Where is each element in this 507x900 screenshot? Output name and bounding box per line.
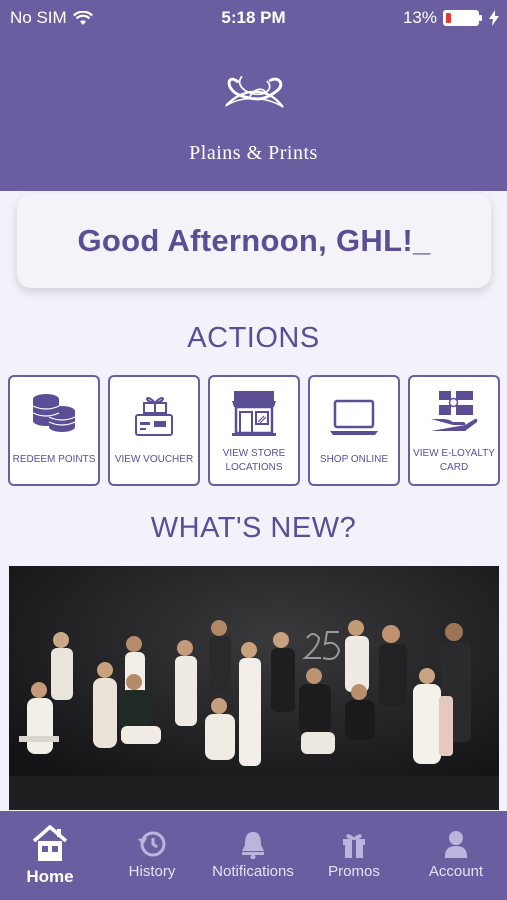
view-store-locations-button[interactable]: VIEW STORE LOCATIONS bbox=[208, 375, 300, 486]
actions-row: REDEEM POINTS VIEW VOUCHER VIEW STORE LO bbox=[8, 375, 500, 487]
group-photo bbox=[9, 566, 499, 810]
view-e-loyalty-card-button[interactable]: VIEW E-LOYALTY CARD bbox=[408, 375, 500, 486]
tab-label: Account bbox=[428, 863, 484, 880]
whats-new-banner[interactable] bbox=[9, 566, 499, 810]
action-label: SHOP ONLINE bbox=[319, 454, 389, 465]
greeting-card: Good Afternoon, GHL!_ bbox=[17, 194, 491, 288]
tab-history[interactable]: History bbox=[102, 811, 202, 900]
brand-logo-icon bbox=[225, 76, 284, 108]
actions-heading: ACTIONS bbox=[187, 322, 320, 354]
tab-label: History bbox=[128, 863, 176, 880]
header: Plains & Prints bbox=[0, 34, 507, 191]
greeting-text: Good Afternoon, GHL!_ bbox=[77, 223, 431, 258]
battery-percent: 13% bbox=[402, 8, 437, 27]
status-bar: No SIM 5:18 PM 13% bbox=[0, 0, 507, 34]
tab-notifications[interactable]: Notifications bbox=[203, 811, 303, 900]
whats-new-heading: WHAT'S NEW? bbox=[150, 512, 357, 544]
tab-home[interactable]: Home bbox=[0, 811, 100, 900]
gift-icon bbox=[343, 834, 365, 858]
home-icon bbox=[32, 825, 68, 861]
voucher-icon bbox=[135, 397, 173, 436]
action-label: REDEEM POINTS bbox=[12, 454, 96, 465]
store-icon bbox=[232, 391, 276, 436]
battery-icon bbox=[443, 10, 482, 26]
tab-account[interactable]: Account bbox=[406, 811, 506, 900]
history-icon bbox=[138, 831, 166, 857]
action-label: VIEW VOUCHER bbox=[114, 454, 194, 465]
card-hand-icon bbox=[431, 391, 478, 431]
action-label: VIEW STORE LOCATIONS bbox=[222, 448, 286, 473]
user-icon bbox=[445, 831, 467, 858]
action-label: VIEW E-LOYALTY CARD bbox=[413, 448, 495, 473]
redeem-points-button[interactable]: REDEEM POINTS bbox=[8, 375, 100, 486]
tab-promos[interactable]: Promos bbox=[304, 811, 404, 900]
laptop-icon bbox=[330, 399, 378, 435]
view-voucher-button[interactable]: VIEW VOUCHER bbox=[108, 375, 200, 486]
status-right: 13% bbox=[403, 8, 499, 28]
shop-online-button[interactable]: SHOP ONLINE bbox=[308, 375, 400, 486]
coins-icon bbox=[32, 394, 76, 432]
charging-icon bbox=[489, 10, 499, 26]
bottom-tab-bar: Home History Notifications Promos Accoun… bbox=[0, 811, 507, 900]
bell-icon bbox=[242, 832, 264, 859]
brand-name: Plains & Prints bbox=[189, 142, 318, 164]
tab-label: Notifications bbox=[212, 863, 294, 880]
tab-label: Promos bbox=[328, 863, 380, 880]
tab-label: Home bbox=[26, 867, 74, 886]
